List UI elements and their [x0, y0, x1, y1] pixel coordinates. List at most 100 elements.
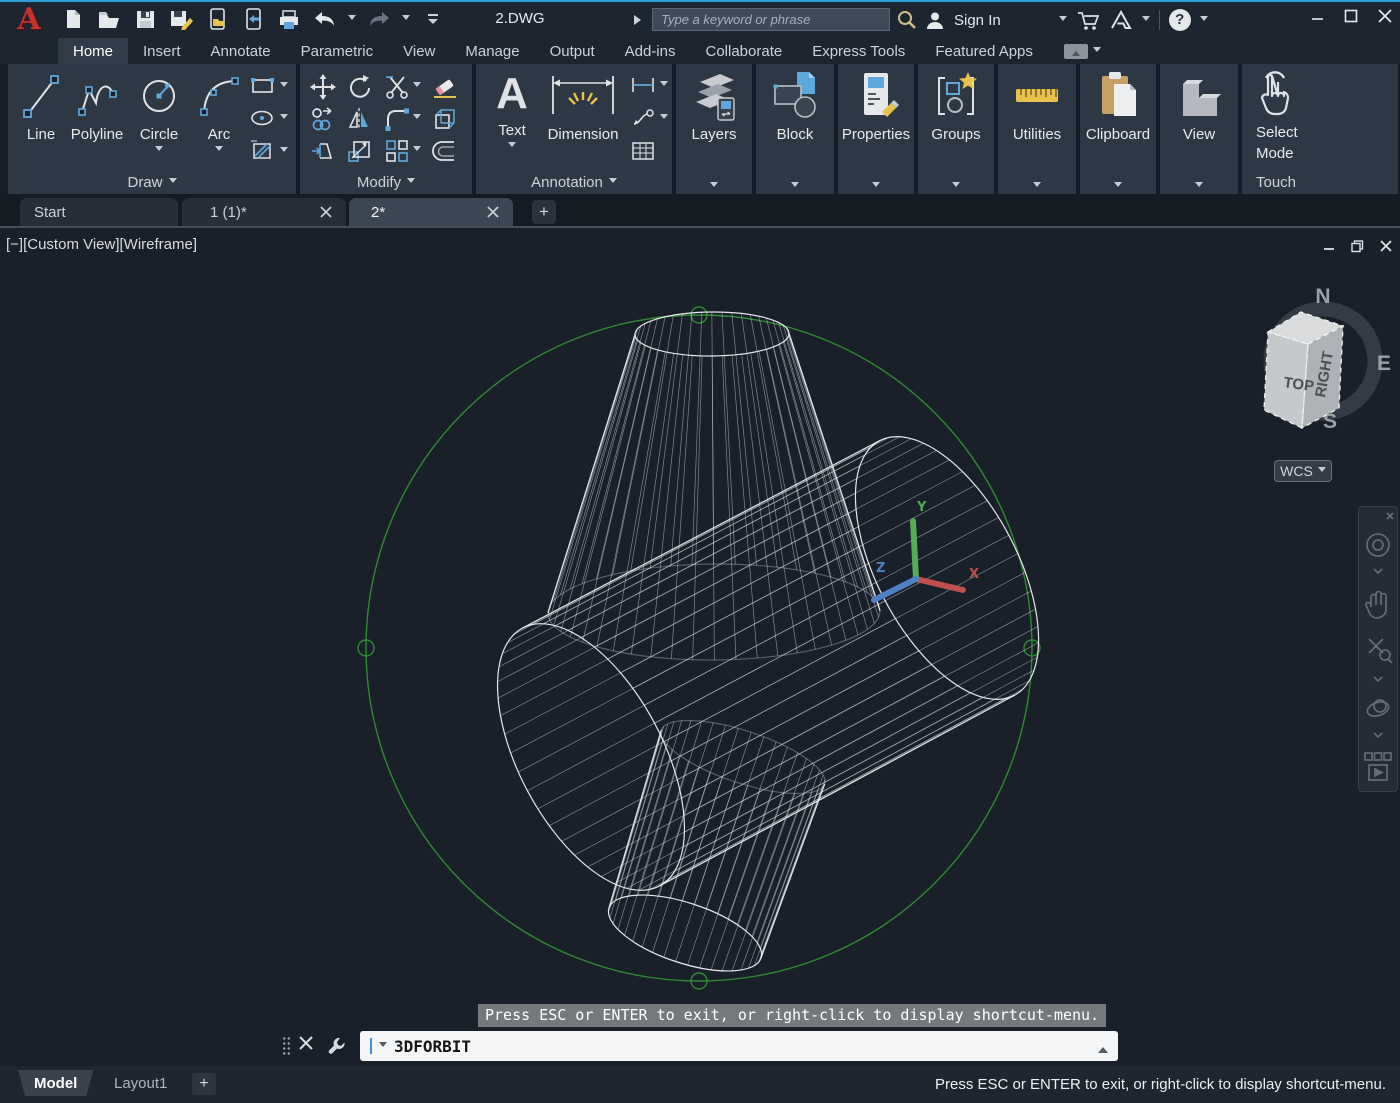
redo-dropdown-caret-icon[interactable]	[402, 15, 410, 24]
scale-tool-button[interactable]	[344, 136, 374, 166]
tab-view[interactable]: View	[388, 38, 450, 64]
annotation-panel-footer[interactable]: Annotation	[476, 174, 672, 191]
utilities-button[interactable]: Utilities	[1013, 70, 1061, 143]
line-tool-button[interactable]: Line	[14, 70, 68, 143]
leader-icon[interactable]	[630, 108, 656, 128]
redo-button[interactable]	[366, 7, 392, 31]
plot-button[interactable]	[276, 7, 302, 31]
circle-dropdown-caret-icon[interactable]	[155, 146, 163, 155]
command-input[interactable]: 3DFORBIT	[360, 1031, 1118, 1061]
tab-home[interactable]: Home	[58, 38, 128, 64]
model-tab[interactable]: Model	[18, 1070, 93, 1096]
viewport-controls-label[interactable]: [−][Custom View][Wireframe]	[6, 236, 197, 253]
navigation-bar[interactable]	[1358, 506, 1398, 792]
trim-tool-button[interactable]	[382, 72, 412, 102]
autocad-logo-icon[interactable]: A	[8, 3, 50, 37]
search-icon[interactable]	[896, 9, 918, 31]
tab-manage[interactable]: Manage	[450, 38, 534, 64]
file-tab-start[interactable]: Start	[20, 198, 178, 226]
trim-dropdown-caret-icon[interactable]	[413, 82, 421, 91]
block-button[interactable]: Block	[771, 70, 819, 143]
hatch-dropdown-caret-icon[interactable]	[280, 147, 288, 156]
help-dropdown-caret-icon[interactable]	[1200, 16, 1208, 25]
text-dropdown-caret-icon[interactable]	[508, 142, 516, 151]
command-history-caret-icon[interactable]	[1098, 1042, 1108, 1053]
new-file-button[interactable]	[60, 7, 86, 31]
layers-button[interactable]: Layers	[690, 70, 738, 143]
viewport-minimize-icon[interactable]	[1323, 240, 1335, 252]
view-panel-footer[interactable]	[1160, 182, 1238, 191]
ribbon-display-button[interactable]	[1064, 44, 1088, 59]
groups-panel-footer[interactable]	[918, 182, 994, 191]
draw-panel-footer[interactable]: Draw	[8, 174, 296, 191]
close-tab-icon[interactable]	[320, 206, 332, 218]
polyline-tool-button[interactable]: Polyline	[70, 70, 124, 143]
command-line-grip[interactable]	[282, 1036, 291, 1057]
linear-dimension-icon[interactable]	[630, 76, 656, 94]
rectangle-dropdown-caret-icon[interactable]	[280, 82, 288, 91]
command-close-icon[interactable]	[298, 1035, 314, 1051]
properties-panel-footer[interactable]	[838, 182, 914, 191]
new-layout-button[interactable]: +	[192, 1073, 216, 1095]
sign-in-dropdown-caret-icon[interactable]	[1059, 16, 1067, 25]
table-icon[interactable]	[630, 140, 656, 162]
open-file-button[interactable]	[96, 7, 122, 31]
arc-tool-button[interactable]: Arc	[194, 70, 244, 155]
sign-in-label[interactable]: Sign In	[954, 12, 1001, 29]
block-panel-footer[interactable]	[756, 182, 834, 191]
tab-add-ins[interactable]: Add-ins	[610, 38, 691, 64]
layout1-tab[interactable]: Layout1	[98, 1070, 183, 1096]
hatch-tool-icon[interactable]	[250, 140, 276, 162]
clipboard-panel-footer[interactable]	[1080, 182, 1156, 191]
help-icon[interactable]: ?	[1169, 9, 1191, 31]
stretch-tool-button[interactable]	[308, 136, 338, 166]
rectangle-tool-icon[interactable]	[250, 76, 276, 96]
autodesk-logo-icon[interactable]	[1109, 9, 1133, 31]
modify-panel-footer[interactable]: Modify	[300, 174, 472, 191]
tab-insert[interactable]: Insert	[128, 38, 196, 64]
open-from-mobile-button[interactable]	[204, 7, 230, 31]
save-as-button[interactable]	[168, 7, 194, 31]
viewcube[interactable]: N E S TOP RIGHT	[1243, 273, 1400, 443]
ellipse-dropdown-caret-icon[interactable]	[280, 114, 288, 123]
tab-express-tools[interactable]: Express Tools	[797, 38, 920, 64]
file-tab-2[interactable]: 2*	[349, 198, 513, 226]
minimize-button[interactable]	[1308, 6, 1326, 26]
circle-tool-button[interactable]: Circle	[132, 70, 186, 155]
undo-button[interactable]	[312, 7, 338, 31]
dimension-tool-button[interactable]: Dimension	[540, 70, 626, 143]
offset-tool-button[interactable]	[430, 136, 460, 166]
arc-dropdown-caret-icon[interactable]	[215, 146, 223, 155]
save-to-mobile-button[interactable]	[240, 7, 266, 31]
clipboard-button[interactable]: Clipboard	[1094, 70, 1142, 143]
file-tab-1[interactable]: 1 (1)*	[182, 198, 346, 226]
tab-collaborate[interactable]: Collaborate	[690, 38, 797, 64]
wcs-dropdown[interactable]: WCS	[1274, 460, 1332, 482]
search-input[interactable]	[652, 8, 890, 31]
erase-tool-button[interactable]	[430, 72, 460, 102]
command-customize-wrench-icon[interactable]	[326, 1035, 348, 1057]
tab-output[interactable]: Output	[535, 38, 610, 64]
copy-tool-button[interactable]	[308, 104, 338, 134]
qat-customize-button[interactable]	[420, 7, 446, 31]
new-drawing-tab-button[interactable]: +	[532, 200, 556, 224]
array-tool-button[interactable]	[382, 136, 412, 166]
array-dropdown-caret-icon[interactable]	[413, 146, 421, 155]
viewcube-north-label[interactable]: N	[1315, 285, 1330, 308]
properties-button[interactable]: Properties	[852, 70, 900, 143]
layers-panel-footer[interactable]	[676, 182, 752, 191]
tab-parametric[interactable]: Parametric	[286, 38, 389, 64]
ellipse-tool-icon[interactable]	[250, 108, 276, 128]
viewport-restore-icon[interactable]	[1351, 240, 1364, 253]
app-store-cart-icon[interactable]	[1076, 9, 1100, 31]
recent-commands-caret-icon[interactable]	[379, 1042, 387, 1051]
select-mode-button[interactable]	[1254, 68, 1296, 120]
close-button[interactable]	[1376, 6, 1394, 26]
dimension-dropdown-caret-icon[interactable]	[660, 81, 668, 90]
explode-tool-button[interactable]	[430, 104, 460, 134]
drawing-viewport[interactable]: XYZ [−][Custom View][Wireframe] N E S	[0, 228, 1400, 1066]
groups-button[interactable]: Groups	[932, 70, 980, 143]
rotate-tool-button[interactable]	[344, 72, 374, 102]
viewport-close-icon[interactable]	[1380, 240, 1392, 252]
search-expand-icon[interactable]	[634, 15, 646, 25]
